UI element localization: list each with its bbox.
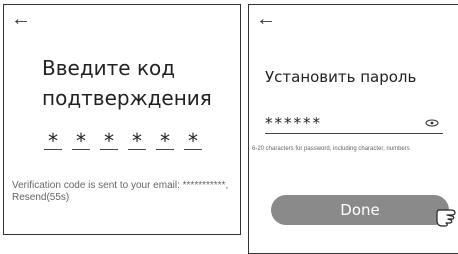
verification-heading: Введите код подтверждения: [42, 56, 212, 110]
set-password-heading: Установить пароль: [265, 68, 417, 86]
code-digit-5[interactable]: *: [156, 129, 174, 153]
code-digit-3[interactable]: *: [100, 129, 118, 153]
password-value[interactable]: ******: [265, 113, 322, 133]
code-digit-6[interactable]: *: [184, 129, 202, 153]
verification-sent-note: Verification code is sent to your email:…: [12, 180, 229, 203]
back-arrow-icon[interactable]: ←: [256, 7, 276, 31]
password-field[interactable]: ******: [265, 113, 443, 134]
password-hint: 6-20 characters for password, including …: [252, 146, 410, 152]
verification-screen: ← Введите код подтверждения * * * * * * …: [3, 4, 241, 235]
code-digit-2[interactable]: *: [72, 129, 90, 153]
code-digit-1[interactable]: *: [44, 129, 62, 153]
code-digit-4[interactable]: *: [128, 129, 146, 153]
back-arrow-icon[interactable]: ←: [11, 7, 31, 31]
set-password-screen: ← Установить пароль ****** 6-20 characte…: [248, 4, 458, 254]
done-button[interactable]: Done: [271, 195, 449, 225]
verification-code-input[interactable]: * * * * * *: [44, 129, 202, 153]
tap-hand-icon: [436, 209, 456, 227]
eye-icon[interactable]: [425, 119, 439, 127]
